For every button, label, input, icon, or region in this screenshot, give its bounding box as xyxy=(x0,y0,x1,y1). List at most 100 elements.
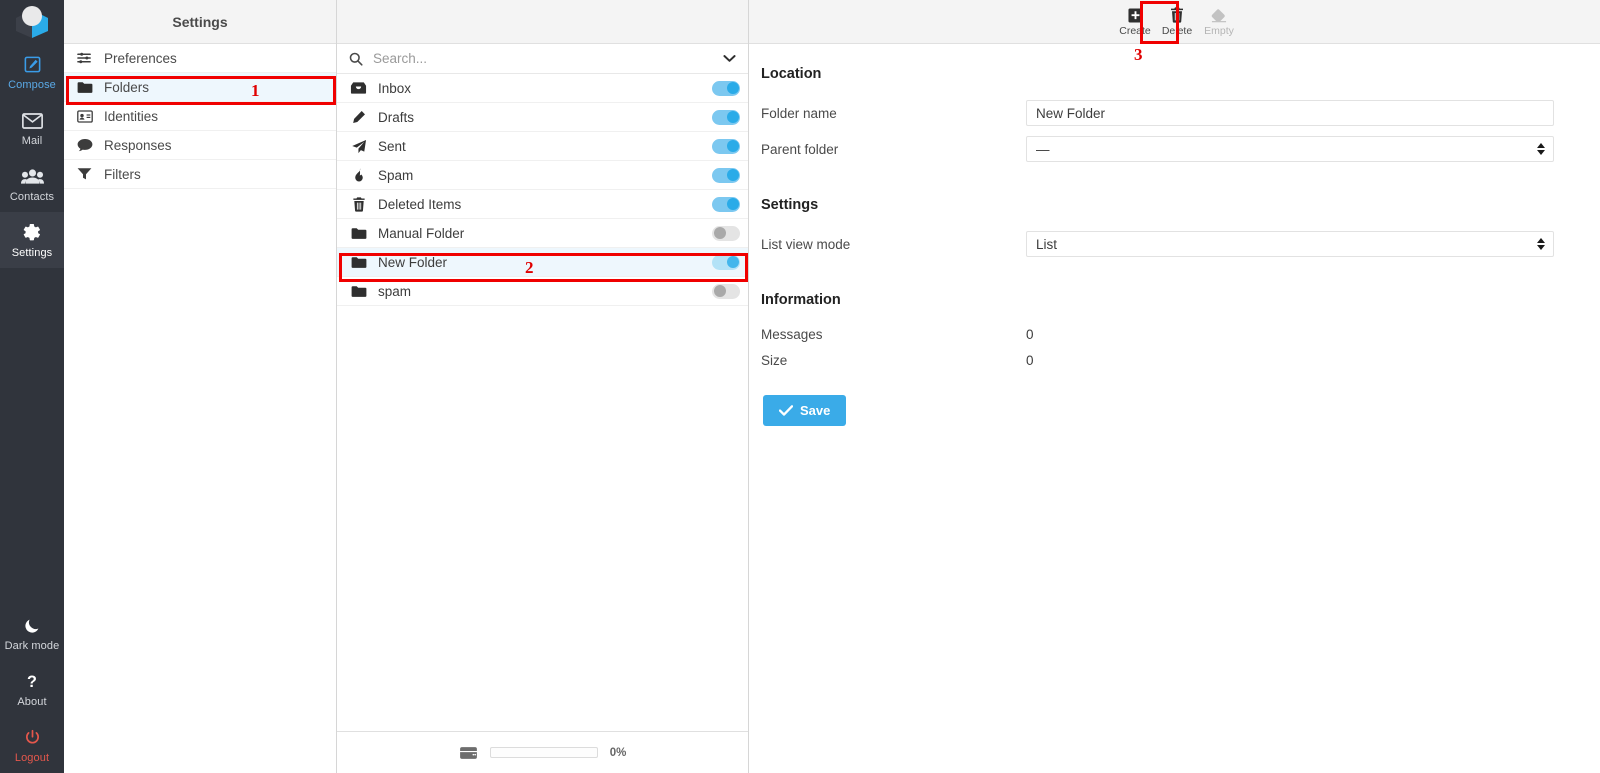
form-row-folder-name: Folder name xyxy=(761,95,1554,131)
save-button[interactable]: Save xyxy=(763,395,846,426)
taskbar-label-settings: Settings xyxy=(12,247,53,259)
search-input[interactable] xyxy=(373,51,714,66)
settings-panel-title: Settings xyxy=(64,0,336,44)
quota-percent-label: 0% xyxy=(610,747,627,759)
toolbar-delete-button[interactable]: Delete xyxy=(1156,1,1198,43)
roundcube-logo xyxy=(0,0,64,44)
parent-folder-label: Parent folder xyxy=(761,142,1026,157)
folder-rows-container: Inbox Drafts Sent xyxy=(337,74,748,731)
power-icon xyxy=(24,727,41,749)
folder-row-new-folder[interactable]: New Folder xyxy=(337,248,748,277)
folder-row-drafts[interactable]: Drafts xyxy=(337,103,748,132)
form-row-parent-folder: Parent folder xyxy=(761,131,1554,167)
taskbar-item-compose[interactable]: Compose xyxy=(0,44,64,100)
folder-toggle[interactable] xyxy=(712,226,740,241)
flame-icon xyxy=(350,168,367,183)
quota-progress-bar xyxy=(490,747,598,758)
folder-toggle[interactable] xyxy=(712,81,740,96)
folder-toggle[interactable] xyxy=(712,197,740,212)
taskbar-label-logout: Logout xyxy=(15,752,49,764)
messages-label: Messages xyxy=(761,327,1026,342)
folder-name: New Folder xyxy=(378,255,701,270)
messages-value: 0 xyxy=(1026,327,1034,342)
speech-bubble-icon xyxy=(76,138,93,152)
people-icon xyxy=(21,166,44,188)
folder-icon xyxy=(350,227,367,240)
svg-text:?: ? xyxy=(27,673,37,691)
save-button-label: Save xyxy=(800,403,830,418)
folder-row-sent[interactable]: Sent xyxy=(337,132,748,161)
inbox-icon xyxy=(350,81,367,95)
folder-name: Manual Folder xyxy=(378,226,701,241)
envelope-icon xyxy=(22,110,43,132)
folders-list-panel: Inbox Drafts Sent xyxy=(337,0,749,773)
folder-name: Spam xyxy=(378,168,701,183)
folder-icon xyxy=(76,81,93,94)
folder-toggle[interactable] xyxy=(712,110,740,125)
moon-icon xyxy=(23,615,41,637)
settings-item-label: Filters xyxy=(104,167,141,182)
pencil-icon xyxy=(350,110,367,125)
size-value: 0 xyxy=(1026,353,1034,368)
settings-item-preferences[interactable]: Preferences xyxy=(64,44,336,73)
settings-menu-list: Preferences Folders xyxy=(64,44,336,189)
taskbar-item-dark-mode[interactable]: Dark mode xyxy=(0,605,64,661)
settings-item-label: Folders xyxy=(104,80,149,95)
settings-item-folders[interactable]: Folders xyxy=(64,73,336,102)
folder-name: Drafts xyxy=(378,110,701,125)
folder-form: Location Folder name Parent folder Setti… xyxy=(749,44,1600,426)
id-card-icon xyxy=(76,110,93,123)
settings-item-filters[interactable]: Filters xyxy=(64,160,336,189)
question-mark-icon: ? xyxy=(24,671,40,693)
disk-icon xyxy=(459,746,478,760)
taskbar-item-contacts[interactable]: Contacts xyxy=(0,156,64,212)
chevron-down-icon[interactable] xyxy=(723,54,736,63)
taskbar-label-mail: Mail xyxy=(22,135,43,147)
folder-toggle[interactable] xyxy=(712,168,740,183)
folder-row-manual-folder[interactable]: Manual Folder xyxy=(337,219,748,248)
plus-square-icon xyxy=(1128,7,1143,24)
taskbar-item-settings[interactable]: Settings xyxy=(0,212,64,268)
folder-name: Inbox xyxy=(378,81,701,96)
taskbar-item-about[interactable]: ? About xyxy=(0,661,64,717)
paper-plane-icon xyxy=(350,139,367,154)
folder-icon xyxy=(350,285,367,298)
app-root: Compose Mail Contacts xyxy=(0,0,1600,773)
settings-item-responses[interactable]: Responses xyxy=(64,131,336,160)
settings-menu-panel: Settings Preferences xyxy=(64,0,337,773)
folders-panel-header xyxy=(337,0,748,44)
folder-row-spam-uppercase[interactable]: Spam xyxy=(337,161,748,190)
folder-detail-panel: Create Delete xyxy=(749,0,1600,773)
trash-icon xyxy=(350,197,367,212)
toolbar-create-button[interactable]: Create xyxy=(1114,1,1156,43)
folder-name-input[interactable] xyxy=(1026,100,1554,126)
toolbar-empty-button[interactable]: Empty xyxy=(1198,1,1240,43)
folder-icon xyxy=(350,256,367,269)
taskbar-label-contacts: Contacts xyxy=(10,191,54,203)
sliders-icon xyxy=(76,51,93,65)
folder-toolbar: Create Delete xyxy=(749,0,1600,44)
funnel-icon xyxy=(76,167,93,181)
folder-toggle[interactable] xyxy=(712,139,740,154)
folder-name: Deleted Items xyxy=(378,197,701,212)
settings-item-identities[interactable]: Identities xyxy=(64,102,336,131)
folder-row-inbox[interactable]: Inbox xyxy=(337,74,748,103)
list-view-mode-select[interactable] xyxy=(1026,231,1554,257)
section-title-location: Location xyxy=(761,66,1554,82)
folder-name: Sent xyxy=(378,139,701,154)
taskbar-item-logout[interactable]: Logout xyxy=(0,717,64,773)
taskbar-label-dark-mode: Dark mode xyxy=(5,640,60,652)
taskbar-item-mail[interactable]: Mail xyxy=(0,100,64,156)
folder-toggle[interactable] xyxy=(712,255,740,270)
folder-row-deleted-items[interactable]: Deleted Items xyxy=(337,190,748,219)
folder-search-row[interactable] xyxy=(337,44,748,74)
settings-item-label: Identities xyxy=(104,109,158,124)
folder-row-spam-lowercase[interactable]: spam xyxy=(337,277,748,306)
compose-pencil-icon xyxy=(23,54,42,76)
list-view-mode-label: List view mode xyxy=(761,237,1026,252)
parent-folder-select[interactable] xyxy=(1026,136,1554,162)
info-row-messages: Messages 0 xyxy=(761,321,1554,347)
taskbar-spacer xyxy=(0,268,64,605)
toolbar-empty-label: Empty xyxy=(1204,26,1234,37)
folder-toggle[interactable] xyxy=(712,284,740,299)
